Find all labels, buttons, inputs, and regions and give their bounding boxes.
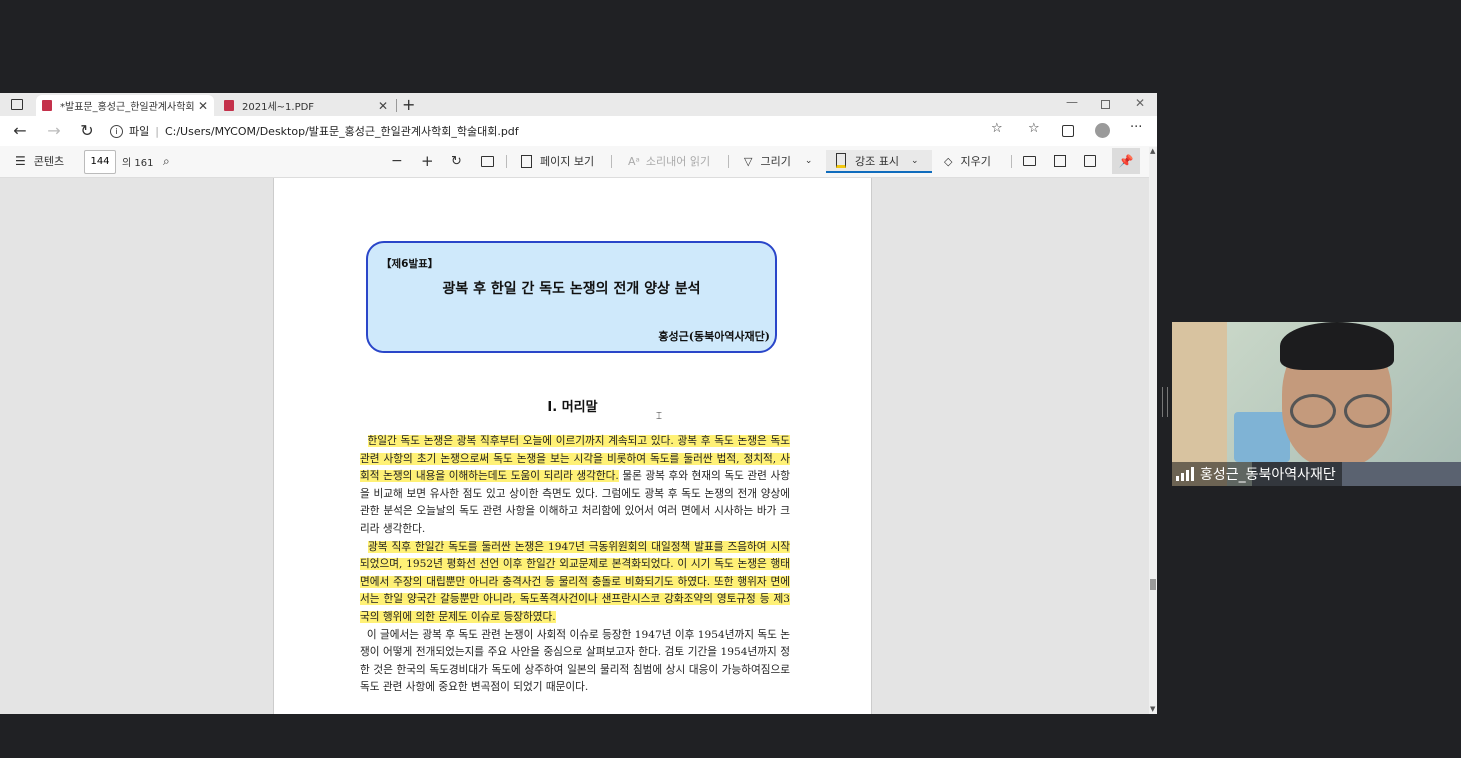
panel-resize-handle[interactable] (1162, 387, 1168, 417)
file-label: 파일 (129, 125, 150, 138)
title-box: 【제6발표】 광복 후 한일 간 독도 논쟁의 전개 양상 분석 홍성근(동북아… (366, 241, 777, 353)
more-icon[interactable]: ··· (1130, 120, 1142, 135)
text-cursor-icon: ⌶ (656, 411, 662, 422)
read-aloud-icon: Aᵃ (628, 154, 640, 168)
signal-icon (1176, 467, 1194, 481)
save-as-icon[interactable] (1084, 153, 1096, 169)
pdf-icon (224, 100, 234, 111)
scroll-down-icon[interactable]: ▼ (1150, 705, 1155, 713)
search-icon[interactable]: ⌕ (163, 153, 170, 169)
fit-page-icon[interactable] (481, 153, 494, 169)
toolbar-divider (1011, 155, 1012, 168)
pin-toolbar-icon[interactable]: 📌 (1112, 148, 1140, 174)
participant-name: 홍성근_동북아역사재단 (1200, 467, 1336, 483)
name-label: 홍성근_동북아역사재단 (1172, 462, 1342, 486)
presentation-tag: 【제6발표】 (381, 258, 439, 270)
back-icon[interactable]: ← (9, 120, 31, 142)
address-bar: ← → ↻ i 파일 | C:/Users/MYCOM/Desktop/발표문_… (0, 116, 1157, 146)
close-tab-icon[interactable]: ✕ (198, 99, 208, 113)
restore-icon[interactable] (1101, 100, 1110, 109)
pdf-toolbar: ☰ 콘텐츠 144 의 161 ⌕ − + ↻ 페이지 보기 Aᵃ 소리내어 읽… (0, 146, 1157, 178)
scroll-up-icon[interactable]: ▲ (1150, 147, 1155, 155)
section-heading: Ⅰ. 머리말 (547, 400, 598, 415)
read-aloud-label: 소리내어 읽기 (645, 155, 711, 168)
toolbar-divider (611, 155, 612, 168)
tab-actions-icon[interactable] (11, 99, 23, 110)
minimize-icon[interactable]: — (1066, 95, 1078, 109)
paper-title: 광복 후 한일 간 독도 논쟁의 전개 양상 분석 (442, 281, 701, 297)
participant-video[interactable]: 홍성근_동북아역사재단 (1172, 322, 1461, 486)
chevron-down-icon[interactable]: ⌄ (911, 156, 919, 166)
zoom-in-icon[interactable]: + (421, 152, 434, 170)
add-favorite-icon[interactable]: ☆ (991, 121, 1003, 136)
scroll-thumb[interactable] (1150, 579, 1156, 590)
video-poster (1234, 412, 1290, 462)
page-view-label: 페이지 보기 (540, 155, 595, 168)
toolbar-divider (728, 155, 729, 168)
tab-title: 2021세~1.PDF (242, 102, 315, 113)
tab-inactive[interactable]: 2021세~1.PDF ✕ (218, 95, 394, 116)
rotate-icon[interactable]: ↻ (451, 153, 462, 169)
page-view-icon (521, 154, 532, 168)
highlighter-icon (836, 153, 846, 168)
pdf-viewer: 【제6발표】 광복 후 한일 간 독도 논쟁의 전개 양상 분석 홍성근(동북아… (0, 178, 1149, 714)
contents-label: 콘텐츠 (33, 155, 65, 168)
save-icon[interactable] (1054, 153, 1066, 169)
draw-button[interactable]: ▽ 그리기 ⌄ (744, 153, 812, 169)
print-icon[interactable] (1023, 153, 1036, 169)
paragraph-3: 이 글에서는 광복 후 독도 관련 논쟁이 사회적 이슈로 등장한 1947년 … (360, 627, 790, 697)
tab-title: *발표문_홍성근_한일관계사학회_학술대회.pdf (60, 102, 194, 113)
scrollbar[interactable]: ▲ ▼ (1149, 147, 1157, 714)
chevron-down-icon[interactable]: ⌄ (805, 156, 813, 166)
browser-window: *발표문_홍성근_한일관계사학회_학술대회.pdf ✕ 2021세~1.PDF … (0, 93, 1157, 714)
body-text: 한일간 독도 논쟁은 광복 직후부터 오늘에 이르기까지 계속되고 있다. 광복… (360, 433, 790, 697)
toolbar-divider (506, 155, 507, 168)
paragraph-text: 이 글에서는 광복 후 독도 관련 논쟁이 사회적 이슈로 등장한 1947년 … (360, 628, 790, 694)
paragraph-1: 한일간 독도 논쟁은 광복 직후부터 오늘에 이르기까지 계속되고 있다. 광복… (360, 433, 790, 539)
page-view-button[interactable]: 페이지 보기 (521, 153, 594, 169)
eraser-icon: ◇ (944, 154, 953, 168)
contents-button[interactable]: ☰ 콘텐츠 (15, 153, 64, 169)
participant-hair (1280, 322, 1394, 370)
zoom-out-icon[interactable]: − (391, 153, 403, 169)
participant-glasses (1290, 394, 1336, 428)
url-field[interactable]: i 파일 | C:/Users/MYCOM/Desktop/발표문_홍성근_한일… (110, 120, 1010, 142)
erase-button[interactable]: ◇ 지우기 (944, 153, 991, 169)
forward-icon[interactable]: → (43, 120, 65, 142)
highlight-button[interactable]: 강조 표시 ⌄ (826, 150, 932, 173)
page-number-input[interactable]: 144 (84, 150, 116, 174)
paper-author: 홍성근(동북아역사재단) (658, 330, 770, 343)
list-icon: ☰ (15, 154, 26, 168)
paragraph-2: 광복 직후 한일간 독도를 둘러싼 논쟁은 1947년 극동위원회의 대일정책 … (360, 539, 790, 627)
url-separator: | (155, 124, 159, 138)
draw-label: 그리기 (760, 155, 791, 168)
erase-label: 지우기 (960, 155, 991, 168)
close-tab-icon[interactable]: ✕ (378, 99, 388, 113)
new-tab-icon[interactable]: + (402, 95, 415, 114)
close-window-icon[interactable]: ✕ (1135, 96, 1145, 110)
info-icon[interactable]: i (110, 124, 123, 138)
highlighted-text: 광복 직후 한일간 독도를 둘러싼 논쟁은 1947년 극동위원회의 대일정책 … (360, 540, 790, 623)
tab-bar: *발표문_홍성근_한일관계사학회_학술대회.pdf ✕ 2021세~1.PDF … (0, 93, 1157, 116)
participant-glasses (1344, 394, 1390, 428)
page-total: 의 161 (122, 157, 154, 169)
highlight-label: 강조 표시 (855, 154, 899, 168)
profile-icon[interactable] (1095, 123, 1110, 138)
collections-icon[interactable] (1062, 125, 1074, 137)
pdf-icon (42, 100, 52, 111)
url-text: C:/Users/MYCOM/Desktop/발표문_홍성근_한일관계사학회_학… (164, 125, 519, 138)
tab-active[interactable]: *발표문_홍성근_한일관계사학회_학술대회.pdf ✕ (36, 95, 214, 116)
read-aloud-button[interactable]: Aᵃ 소리내어 읽기 (628, 153, 710, 169)
refresh-icon[interactable]: ↻ (76, 120, 98, 142)
draw-icon: ▽ (744, 154, 753, 168)
favorites-icon[interactable]: ☆ (1028, 121, 1040, 136)
tab-divider (396, 99, 397, 112)
pdf-page: 【제6발표】 광복 후 한일 간 독도 논쟁의 전개 양상 분석 홍성근(동북아… (273, 178, 872, 714)
